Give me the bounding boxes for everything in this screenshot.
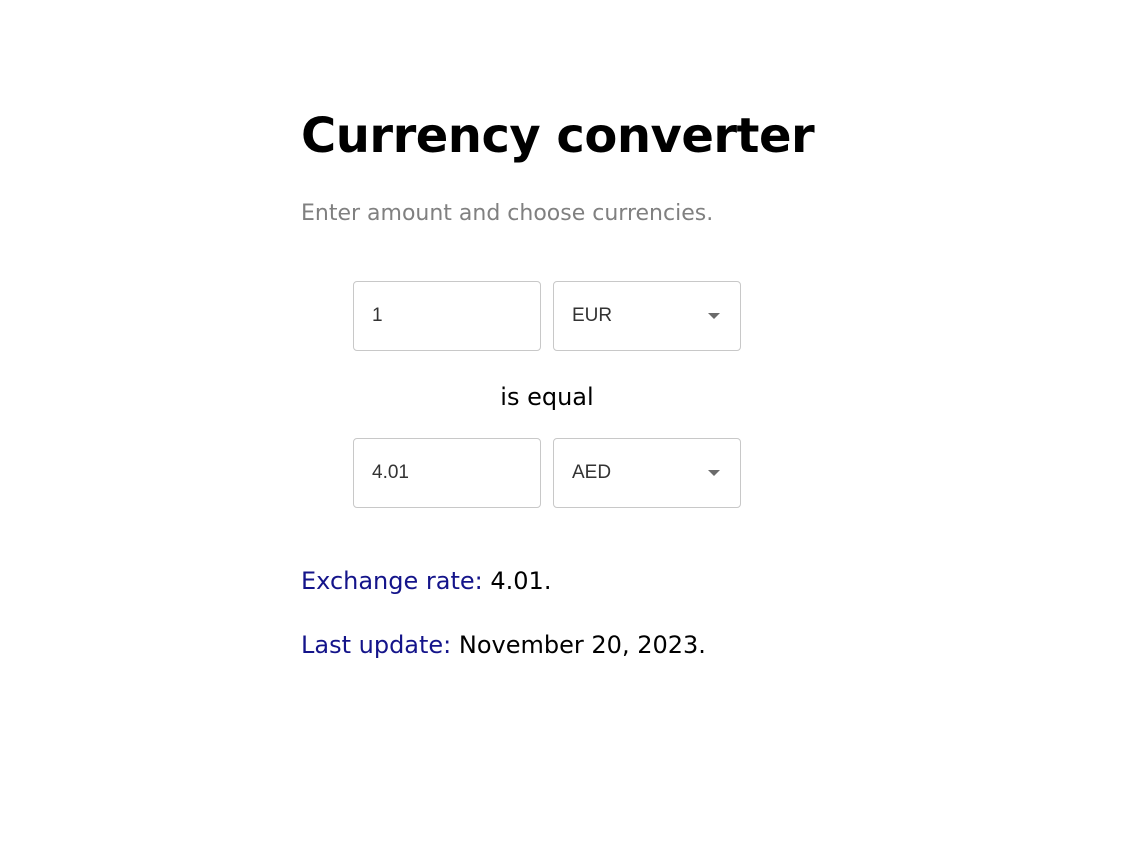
last-update-line: Last update: November 20, 2023. [301,628,706,662]
chevron-down-icon [708,470,720,476]
last-update-label: Last update: [301,631,452,659]
equal-label: is equal [500,383,594,411]
to-currency-select[interactable]: AED [553,438,741,508]
from-amount-field[interactable] [353,281,541,351]
exchange-rate-value: 4.01. [490,567,552,595]
from-currency-select[interactable]: EUR [553,281,741,351]
to-currency-value: AED [572,462,612,483]
from-currency-value: EUR [572,305,613,326]
from-amount-input[interactable] [372,305,522,327]
from-row: EUR [353,281,741,351]
last-update-value: November 20, 2023. [458,631,706,659]
chevron-down-icon [708,313,720,319]
to-row: AED [353,438,741,508]
converter-panel: Currency converter Enter amount and choo… [301,104,861,659]
exchange-rate-label: Exchange rate: [301,567,483,595]
exchange-rate-line: Exchange rate: 4.01. [301,564,551,598]
page-title: Currency converter [301,108,815,164]
page-subtitle: Enter amount and choose currencies. [301,201,714,226]
to-amount-field[interactable] [353,438,541,508]
page: Currency converter Enter amount and choo… [0,0,1122,842]
to-amount-input[interactable] [372,462,522,484]
